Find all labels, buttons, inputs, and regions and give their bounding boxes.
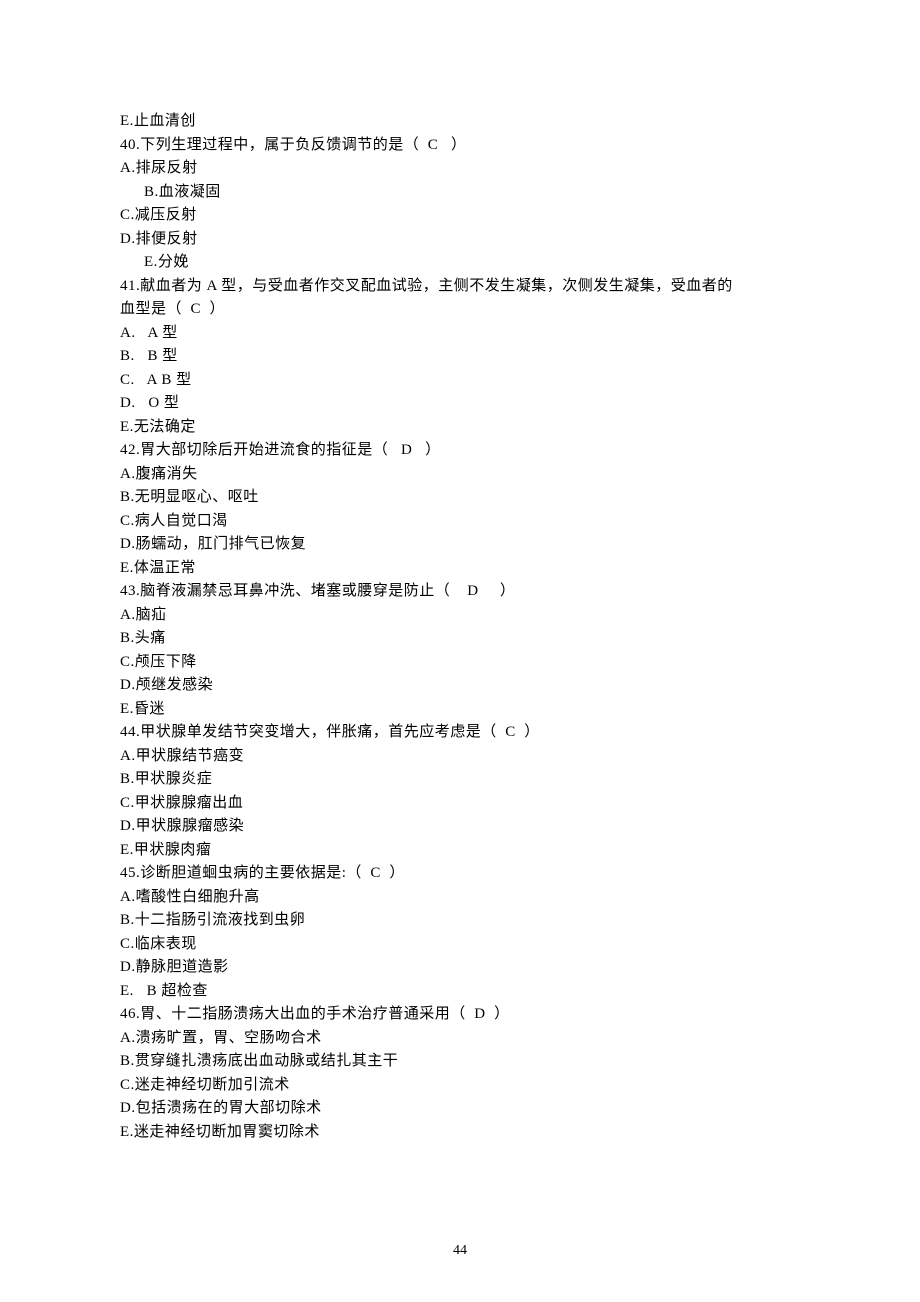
- text-line: B.甲状腺炎症: [120, 768, 800, 792]
- text-line: 40.下列生理过程中，属于负反馈调节的是（ C ）: [120, 134, 800, 158]
- text-line: C.迷走神经切断加引流术: [120, 1074, 800, 1098]
- text-line: B.头痛: [120, 627, 800, 651]
- text-line: D.肠蠕动，肛门排气已恢复: [120, 533, 800, 557]
- text-line: 血型是（ C ）: [120, 298, 800, 322]
- text-line: D.颅继发感染: [120, 674, 800, 698]
- text-line: E. B 超检查: [120, 980, 800, 1004]
- text-line: C.病人自觉口渴: [120, 510, 800, 534]
- text-line: C.临床表现: [120, 933, 800, 957]
- text-line: B.血液凝固: [120, 181, 800, 205]
- text-line: A.排尿反射: [120, 157, 800, 181]
- text-line: B. B 型: [120, 345, 800, 369]
- text-line: C.颅压下降: [120, 651, 800, 675]
- text-line: A. A 型: [120, 322, 800, 346]
- text-line: B.贯穿缝扎溃疡底出血动脉或结扎其主干: [120, 1050, 800, 1074]
- body-text: E.止血清创40.下列生理过程中，属于负反馈调节的是（ C ）A.排尿反射B.血…: [120, 110, 800, 1144]
- text-line: D.包括溃疡在的胃大部切除术: [120, 1097, 800, 1121]
- text-line: 44.甲状腺单发结节突变增大，伴胀痛，首先应考虑是（ C ）: [120, 721, 800, 745]
- text-line: D.排便反射: [120, 228, 800, 252]
- text-line: D.甲状腺腺瘤感染: [120, 815, 800, 839]
- text-line: E.止血清创: [120, 110, 800, 134]
- document-page: E.止血清创40.下列生理过程中，属于负反馈调节的是（ C ）A.排尿反射B.血…: [0, 0, 920, 1302]
- page-number: 44: [0, 1239, 920, 1263]
- text-line: D. O 型: [120, 392, 800, 416]
- text-line: 41.献血者为 A 型，与受血者作交叉配血试验，主侧不发生凝集，次侧发生凝集，受…: [120, 275, 800, 299]
- text-line: E.分娩: [120, 251, 800, 275]
- text-line: D.静脉胆道造影: [120, 956, 800, 980]
- text-line: E.迷走神经切断加胃窦切除术: [120, 1121, 800, 1145]
- text-line: C.减压反射: [120, 204, 800, 228]
- text-line: E.体温正常: [120, 557, 800, 581]
- text-line: E.甲状腺肉瘤: [120, 839, 800, 863]
- text-line: A.腹痛消失: [120, 463, 800, 487]
- text-line: C.甲状腺腺瘤出血: [120, 792, 800, 816]
- text-line: B.无明显呕心、呕吐: [120, 486, 800, 510]
- text-line: E.昏迷: [120, 698, 800, 722]
- text-line: A.嗜酸性白细胞升高: [120, 886, 800, 910]
- text-line: 45.诊断胆道蛔虫病的主要依据是:（ C ）: [120, 862, 800, 886]
- text-line: E.无法确定: [120, 416, 800, 440]
- text-line: A.甲状腺结节癌变: [120, 745, 800, 769]
- text-line: A.脑疝: [120, 604, 800, 628]
- text-line: B.十二指肠引流液找到虫卵: [120, 909, 800, 933]
- text-line: A.溃疡旷置，胃、空肠吻合术: [120, 1027, 800, 1051]
- text-line: 46.胃、十二指肠溃疡大出血的手术治疗普通采用（ D ）: [120, 1003, 800, 1027]
- text-line: C. A B 型: [120, 369, 800, 393]
- text-line: 43.脑脊液漏禁忌耳鼻冲洗、堵塞或腰穿是防止（ D ）: [120, 580, 800, 604]
- text-line: 42.胃大部切除后开始进流食的指征是（ D ）: [120, 439, 800, 463]
